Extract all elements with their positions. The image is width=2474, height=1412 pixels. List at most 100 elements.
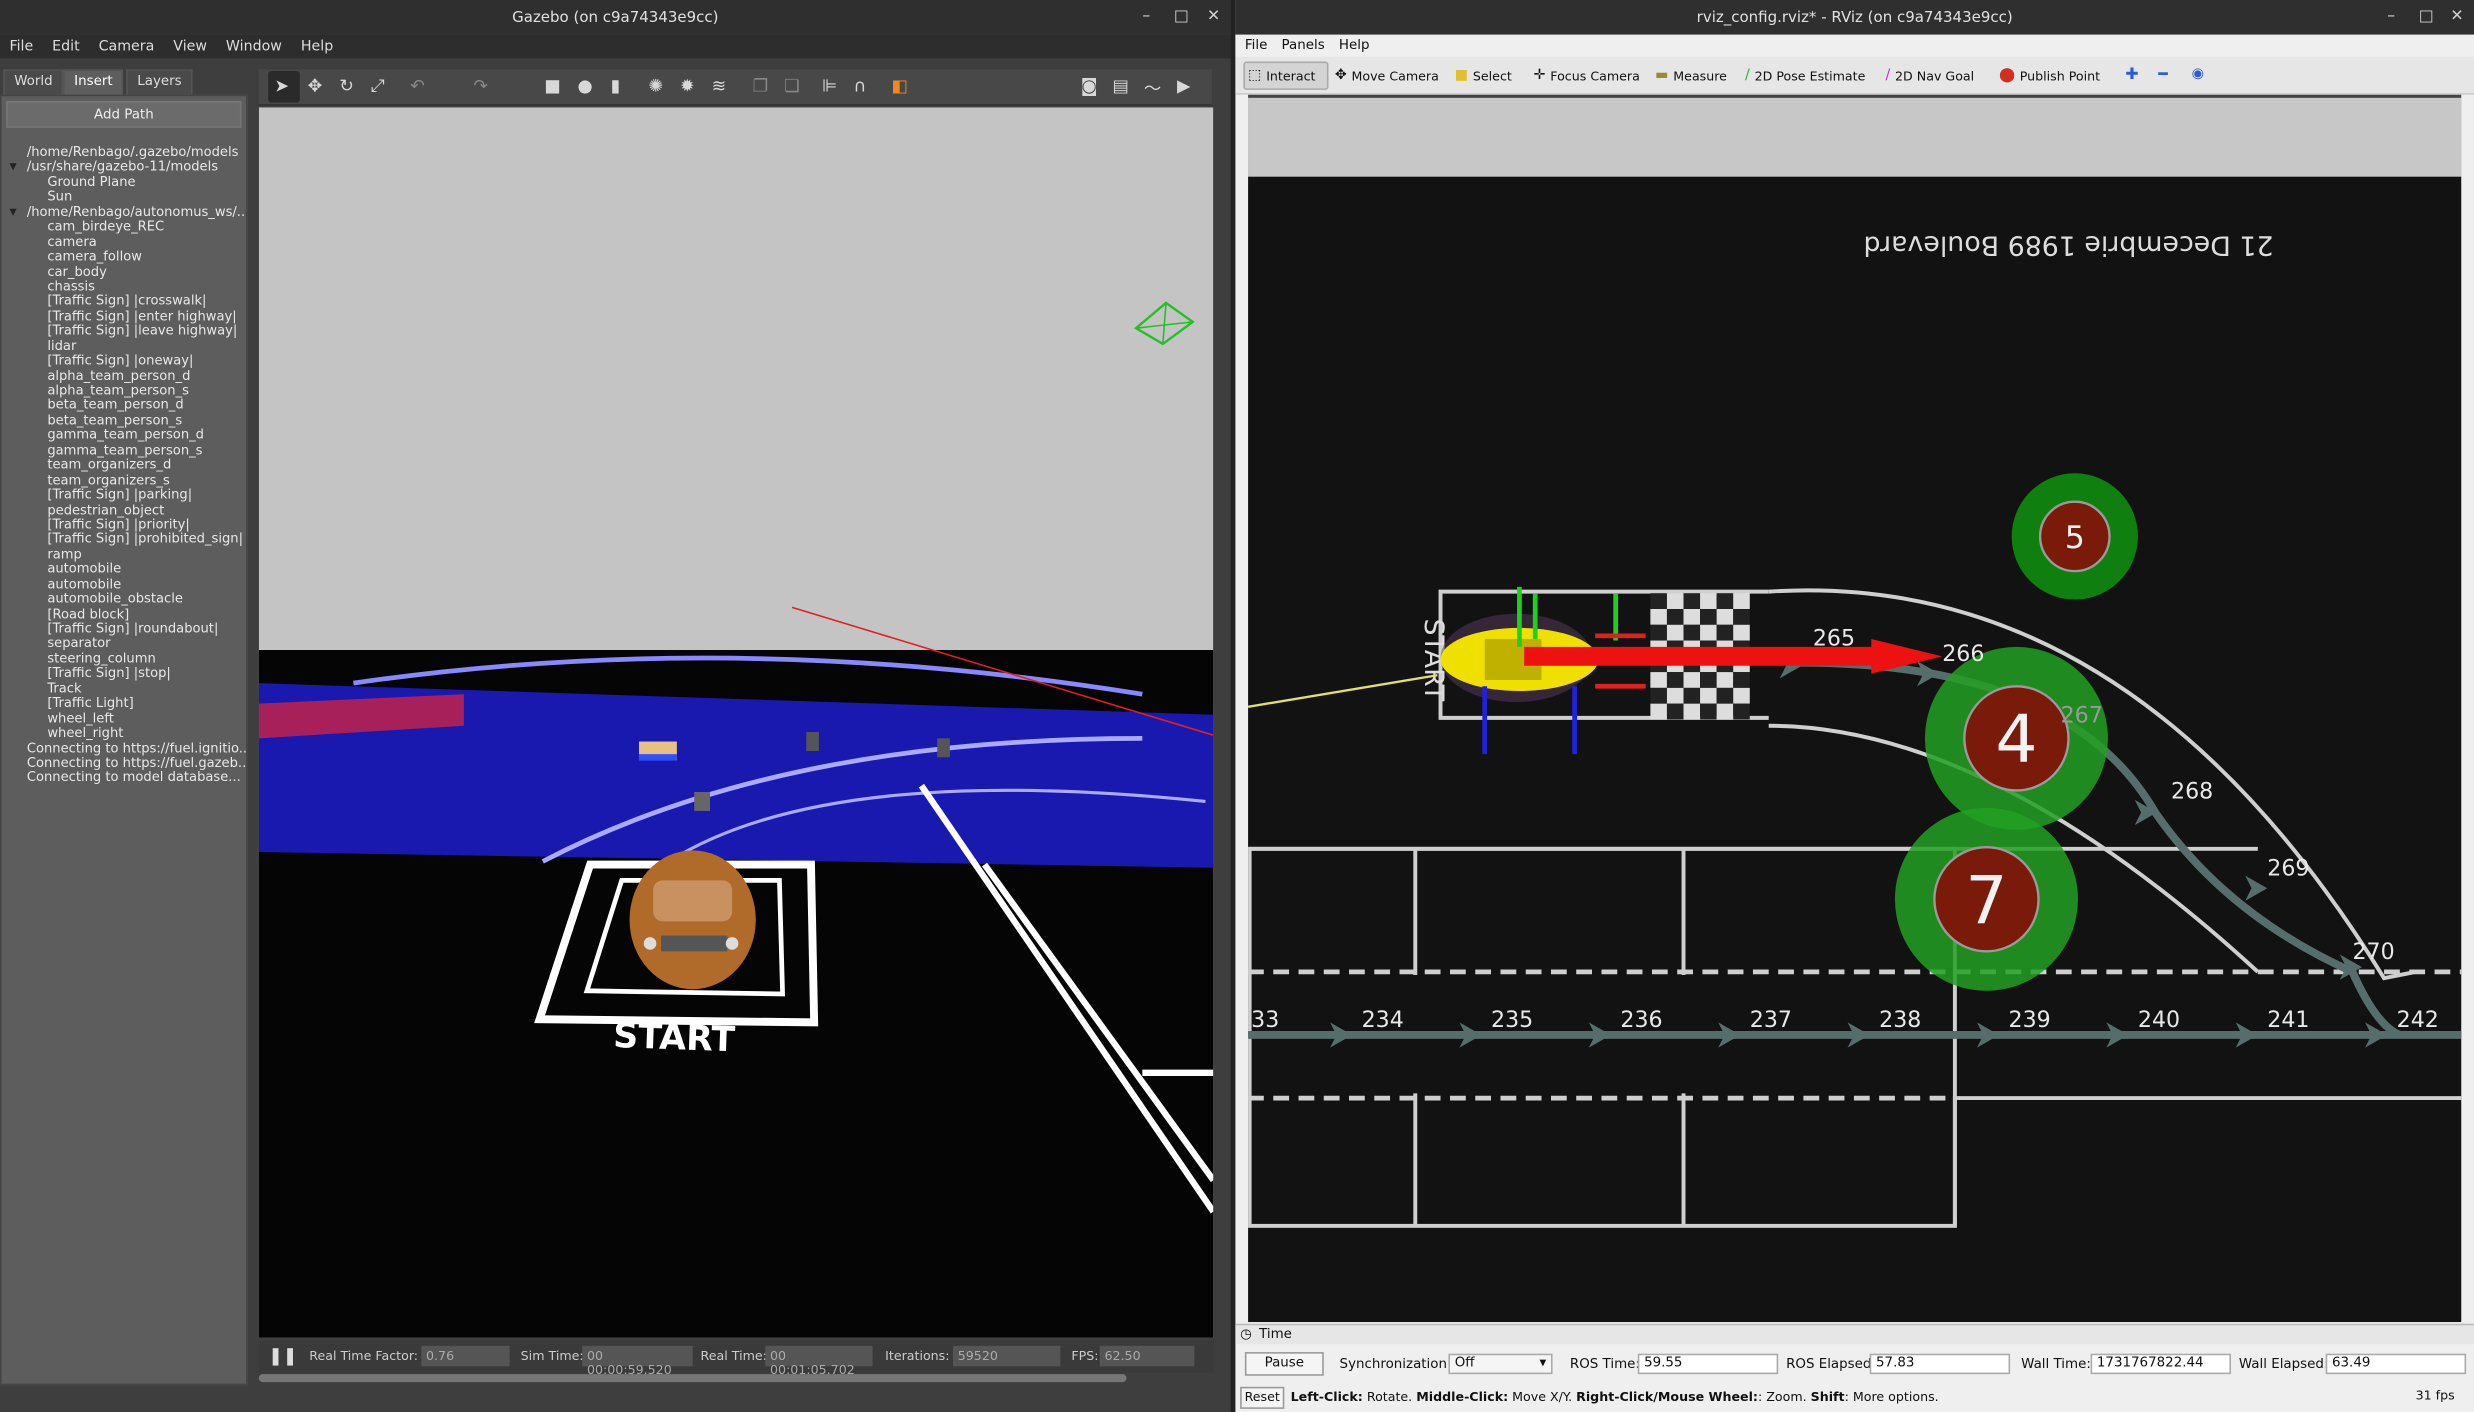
paste-icon[interactable]: ❏ <box>784 76 800 97</box>
maximize-icon[interactable]: □ <box>1174 8 1189 25</box>
tree-item[interactable]: automobile_obstacle <box>2 592 247 607</box>
tree-item[interactable]: [Traffic Sign] |parking| <box>2 488 247 503</box>
point-light-icon[interactable]: ✺ <box>648 76 663 97</box>
directional-light-icon[interactable]: ≋ <box>712 76 727 97</box>
tree-item[interactable]: alpha_team_person_s <box>2 383 247 398</box>
menu-panels[interactable]: Panels <box>1282 38 1325 54</box>
tab-layers[interactable]: Layers <box>126 69 193 95</box>
maximize-icon[interactable]: □ <box>2419 8 2434 25</box>
spot-light-icon[interactable]: ✹ <box>680 76 695 97</box>
copy-icon[interactable]: ❐ <box>753 76 769 97</box>
remove-tool-icon[interactable]: ━ <box>2158 66 2168 83</box>
tree-item[interactable]: car_body <box>2 264 247 279</box>
video-icon[interactable]: ▶ <box>1177 76 1190 97</box>
tool-interact[interactable]: ⬚ Interact <box>1248 63 1315 88</box>
tree-item[interactable]: gamma_team_person_s <box>2 443 247 458</box>
snap-icon[interactable]: ∩ <box>854 76 867 97</box>
tree-item[interactable]: lidar <box>2 339 247 354</box>
scale-icon[interactable]: ⤢ <box>371 76 385 98</box>
ros-elapsed-field[interactable]: 57.83 <box>1869 1353 2011 1375</box>
redo-icon[interactable]: ↷ <box>473 76 488 97</box>
align-icon[interactable]: ⊫ <box>822 76 837 97</box>
sync-select[interactable]: Off ▾ <box>1448 1353 1553 1375</box>
tree-item[interactable]: [Traffic Light] <box>2 696 247 711</box>
tool-focus-camera[interactable]: ✛ Focus Camera <box>1534 63 1640 88</box>
wall-time-field[interactable]: 1731767822.44 <box>2090 1353 2232 1375</box>
tree-item[interactable]: pedestrian_object <box>2 502 247 517</box>
tree-item[interactable]: Connecting to https://fuel.ignitio... <box>2 741 246 756</box>
tree-item[interactable]: Sun <box>2 190 247 205</box>
tree-item[interactable]: automobile <box>2 577 247 592</box>
tree-item[interactable]: camera <box>2 234 247 249</box>
menu-file[interactable]: File <box>9 39 33 55</box>
tree-item[interactable]: cam_birdeye_REC <box>2 220 247 235</box>
menu-edit[interactable]: Edit <box>52 39 80 55</box>
rotate-icon[interactable]: ↻ <box>339 76 354 97</box>
tree-item[interactable]: /home/Renbago/autonomus_ws/... <box>2 205 246 220</box>
tree-item[interactable]: automobile <box>2 562 247 577</box>
tree-item[interactable]: team_organizers_s <box>2 473 247 488</box>
reset-button[interactable]: Reset <box>1240 1386 1285 1409</box>
tree-item[interactable]: separator <box>2 637 247 652</box>
tree-item[interactable]: wheel_left <box>2 711 247 726</box>
menu-help[interactable]: Help <box>301 39 333 55</box>
cylinder-icon[interactable]: ▮ <box>611 76 621 97</box>
tree-item[interactable]: [Road block] <box>2 607 247 622</box>
menu-view[interactable]: View <box>173 39 207 55</box>
tab-insert[interactable]: Insert <box>63 69 124 95</box>
tree-item[interactable]: wheel_right <box>2 726 247 741</box>
tab-world[interactable]: World <box>3 69 64 95</box>
pause-button[interactable]: Pause <box>1244 1352 1324 1376</box>
tree-item[interactable]: team_organizers_d <box>2 458 247 473</box>
camera-type-icon[interactable]: ◉ <box>2192 66 2204 82</box>
tree-item[interactable]: camera_follow <box>2 249 247 264</box>
menu-file[interactable]: File <box>1245 38 1267 54</box>
minimize-icon[interactable]: – <box>1142 8 1150 25</box>
tree-item[interactable]: [Traffic Sign] |roundabout| <box>2 622 247 637</box>
tool-select[interactable]: ■ Select <box>1455 63 1512 88</box>
tool-2d-nav-goal[interactable]: / 2D Nav Goal <box>1885 63 1974 88</box>
plot-icon[interactable]: 〜 <box>1144 76 1161 101</box>
pointer-icon[interactable]: ➤ <box>275 76 290 97</box>
tree-item[interactable]: [Traffic Sign] |crosswalk| <box>2 294 247 309</box>
tree-item[interactable]: ramp <box>2 547 247 562</box>
close-icon[interactable]: ✕ <box>1207 8 1220 25</box>
tree-item[interactable]: [Traffic Sign] |stop| <box>2 666 247 681</box>
gazebo-viewport[interactable]: START <box>258 107 1214 1338</box>
menu-camera[interactable]: Camera <box>99 39 155 55</box>
screenshot-icon[interactable]: ◙ <box>1081 76 1098 97</box>
wall-elapsed-field[interactable]: 63.49 <box>2325 1353 2467 1375</box>
pause-icon[interactable]: ❚❚ <box>268 1346 297 1367</box>
tree-item[interactable]: beta_team_person_s <box>2 413 247 428</box>
box-icon[interactable]: ■ <box>544 76 560 97</box>
tree-item[interactable]: Connecting to https://fuel.gazeb... <box>2 756 246 771</box>
tool-move-camera[interactable]: ✥ Move Camera <box>1335 63 1439 88</box>
tree-item[interactable]: steering_column <box>2 651 247 666</box>
tool-2d-pose-estimate[interactable]: / 2D Pose Estimate <box>1745 63 1865 88</box>
tree-item[interactable]: Connecting to model database... <box>2 771 247 786</box>
menu-window[interactable]: Window <box>226 39 282 55</box>
tree-item[interactable]: alpha_team_person_d <box>2 368 247 383</box>
sphere-icon[interactable]: ● <box>577 76 592 97</box>
tree-item[interactable]: Track <box>2 681 247 696</box>
close-icon[interactable]: ✕ <box>2450 8 2463 25</box>
log-icon[interactable]: ▤ <box>1112 76 1128 97</box>
rviz-render-view[interactable]: START 21 Decembrie 1989 Boulevard 547 26… <box>1248 94 2462 1323</box>
undo-icon[interactable]: ↶ <box>410 76 425 97</box>
add-tool-icon[interactable]: ✚ <box>2125 66 2138 83</box>
tree-item[interactable]: [Traffic Sign] |enter highway| <box>2 309 247 324</box>
tree-item[interactable]: [Traffic Sign] |prohibited_sign| <box>2 532 247 547</box>
tree-item[interactable]: /home/Renbago/.gazebo/models <box>2 145 247 160</box>
tree-item[interactable]: [Traffic Sign] |leave highway| <box>2 324 247 339</box>
view-angle-icon[interactable]: ◧ <box>891 76 907 97</box>
ros-time-field[interactable]: 59.55 <box>1637 1353 1779 1375</box>
add-path-button[interactable]: Add Path <box>6 100 242 128</box>
menu-help[interactable]: Help <box>1339 38 1370 54</box>
minimize-icon[interactable]: – <box>2387 8 2395 25</box>
tree-item[interactable]: [Traffic Sign] |priority| <box>2 517 247 532</box>
tool-publish-point[interactable]: ⬤ Publish Point <box>1999 63 2100 88</box>
tool-measure[interactable]: ▬ Measure <box>1655 63 1727 88</box>
gazebo-scrollbar[interactable] <box>258 1374 1127 1383</box>
tree-item[interactable]: Ground Plane <box>2 175 247 190</box>
tree-item[interactable]: chassis <box>2 279 247 294</box>
